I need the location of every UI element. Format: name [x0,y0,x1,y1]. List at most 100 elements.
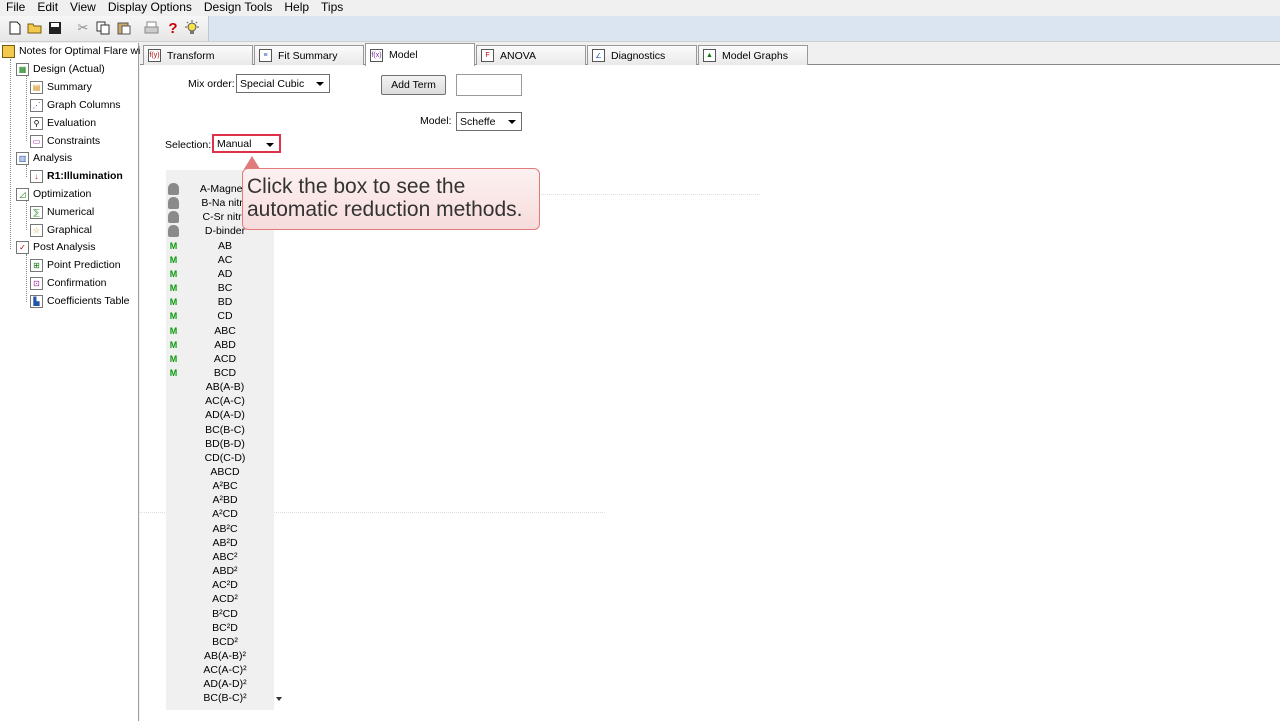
chevron-down-icon [266,143,274,147]
term-row[interactable]: AB²D [166,536,274,550]
tab-fit-summary[interactable]: ≡ Fit Summary [254,45,364,65]
term-name: CD(C-D) [204,451,246,464]
tab-model-graphs[interactable]: ▲ Model Graphs [698,45,808,65]
scroll-down-icon[interactable] [276,697,282,701]
term-name: AD [217,267,233,280]
tree-item-graph-columns[interactable]: ⋰ Graph Columns [30,97,121,113]
numerical-icon: ⅀ [30,205,43,219]
term-name: AD(A-D)² [203,678,247,691]
tree-line [26,75,27,141]
tab-transform[interactable]: f(y) Transform [143,45,253,65]
term-row[interactable]: A²CD [166,507,274,521]
term-name: CD [217,310,233,323]
term-row[interactable]: M AC [166,253,274,267]
term-row[interactable]: M BCD [166,366,274,380]
tree-item-design[interactable]: ▦ Design (Actual) [16,61,105,77]
tree-line [26,200,27,230]
term-name: AC(A-C) [205,395,245,408]
tree-item-confirmation[interactable]: ⊡ Confirmation [30,275,107,291]
term-row[interactable]: M ACD [166,352,274,366]
term-row[interactable]: AB(A-B)² [166,649,274,663]
tree-item-r1-illumination[interactable]: ↓ R1:Illumination [30,168,123,184]
menu-tips[interactable]: Tips [315,0,349,15]
open-folder-icon[interactable] [27,20,43,36]
term-row[interactable]: CD(C-D) [166,451,274,465]
help-icon[interactable]: ? [165,20,181,37]
menu-help[interactable]: Help [278,0,315,15]
term-row[interactable]: M ABC [166,324,274,338]
selection-select[interactable]: Manual [212,134,281,153]
toolbar-empty-area [208,16,1280,41]
tree-item-coefficients-table[interactable]: ▙ Coefficients Table [30,293,130,309]
term-row[interactable]: AC(A-C)² [166,663,274,677]
term-row[interactable]: ABD² [166,564,274,578]
term-row[interactable]: BC²D [166,621,274,635]
term-name: BC²D [212,621,238,634]
add-term-button[interactable]: Add Term [381,75,446,95]
tree-item-optimization[interactable]: ◿ Optimization [16,186,91,202]
model-graphs-icon: ▲ [703,49,716,62]
model-term-marker-icon: M [169,339,178,350]
tip-bulb-icon[interactable] [184,20,200,36]
term-row[interactable]: BC(B-C) [166,423,274,437]
mix-order-select[interactable]: Special Cubic [236,74,330,93]
tree-item-constraints[interactable]: ▭ Constraints [30,133,100,149]
term-row[interactable]: AD(A-D)² [166,677,274,691]
menu-display-options[interactable]: Display Options [102,0,198,15]
menu-edit[interactable]: Edit [31,0,64,15]
menu-view[interactable]: View [64,0,102,15]
term-row[interactable]: M ABD [166,338,274,352]
term-row[interactable]: ABC² [166,550,274,564]
cut-icon[interactable]: ✂ [75,20,91,36]
model-select[interactable]: Scheffe [456,112,522,131]
term-row[interactable]: M AD [166,267,274,281]
tree-item-graphical[interactable]: ☆ Graphical [30,222,92,238]
navigation-tree: Notes for Optimal Flare wit ▦ Design (Ac… [0,43,143,721]
term-name: ABCD [210,466,240,478]
term-row[interactable]: AB²C [166,522,274,536]
term-row[interactable]: B²CD [166,607,274,621]
term-row[interactable]: M BD [166,295,274,309]
add-term-input[interactable] [456,74,522,96]
term-row[interactable]: M BC [166,281,274,295]
term-row[interactable]: AC²D [166,578,274,592]
term-row[interactable]: BCD² [166,635,274,649]
print-icon[interactable] [143,20,159,36]
lock-icon [168,225,179,238]
term-row[interactable]: A²BC [166,479,274,493]
copy-icon[interactable] [95,20,111,36]
term-name: AD(A-D) [205,409,245,422]
term-row[interactable]: ACD² [166,592,274,606]
term-row[interactable]: AD(A-D) [166,408,274,422]
term-name: AB [217,239,232,252]
term-row[interactable]: ABCD [166,465,274,479]
tree-item-point-prediction[interactable]: ⊞ Point Prediction [30,257,121,273]
tree-item-analysis[interactable]: ▥ Analysis [16,150,72,166]
term-list[interactable]: A-Magnesi B-Na nitra C-Sr nitra D-binder M AB… [166,170,274,710]
menu-design-tools[interactable]: Design Tools [198,0,278,15]
model-term-marker-icon: M [169,325,178,336]
callout-line-2: automatic reduction methods. [247,198,523,221]
term-row[interactable]: AC(A-C) [166,394,274,408]
menu-file[interactable]: File [0,0,31,15]
tree-root[interactable]: Notes for Optimal Flare wit [2,43,143,59]
paste-icon[interactable] [116,20,132,36]
tree-item-post-analysis[interactable]: ✓ Post Analysis [16,239,95,255]
model-term-marker-icon: M [169,311,178,322]
tab-diagnostics[interactable]: ∠ Diagnostics [587,45,697,65]
term-row[interactable]: AB(A-B) [166,380,274,394]
term-name: BD [217,296,233,309]
term-row[interactable]: BD(B-D) [166,437,274,451]
term-row[interactable]: M AB [166,239,274,253]
term-row[interactable]: A²BD [166,493,274,507]
tab-model[interactable]: f(x) Model [365,43,475,66]
tab-anova[interactable]: F ANOVA [476,45,586,65]
term-name: A²CD [212,508,238,521]
term-row[interactable]: M CD [166,309,274,323]
tree-item-evaluation[interactable]: ⚲ Evaluation [30,115,96,131]
tree-item-summary[interactable]: ▤ Summary [30,79,92,95]
tree-item-numerical[interactable]: ⅀ Numerical [30,204,94,220]
save-icon[interactable] [47,20,63,36]
new-file-icon[interactable] [7,20,23,36]
term-row[interactable]: BC(B-C)² [166,691,274,705]
